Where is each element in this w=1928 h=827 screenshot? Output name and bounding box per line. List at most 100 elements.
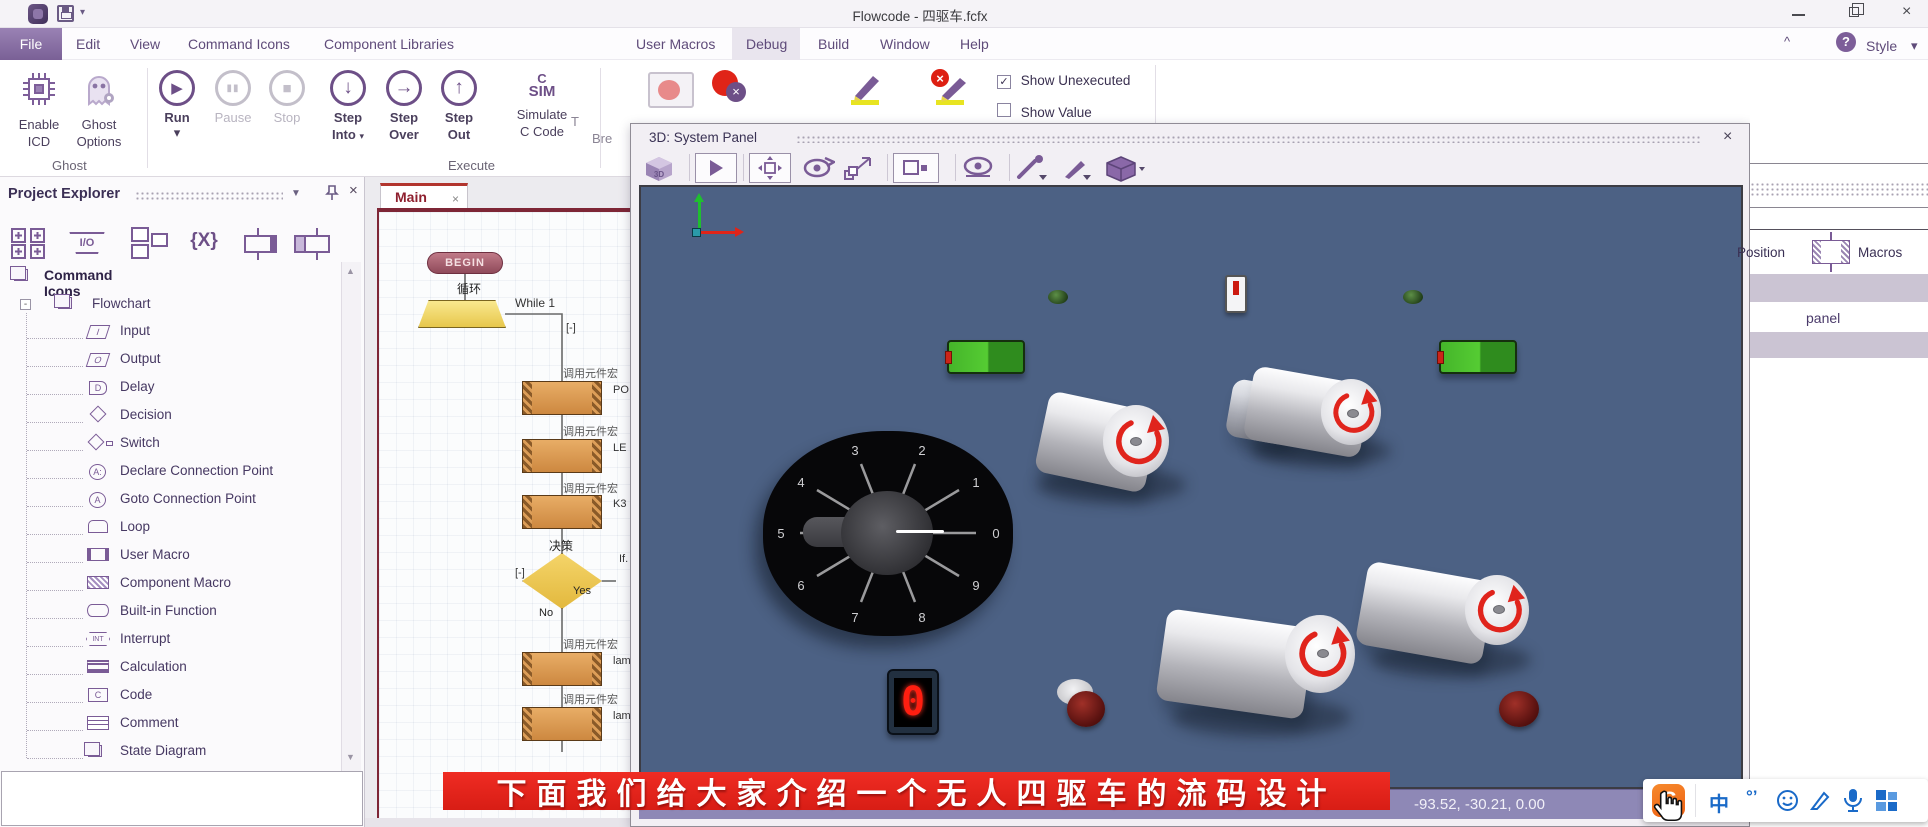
panel-close-icon[interactable]: × <box>349 182 358 199</box>
ime-punctuation-toggle[interactable]: °’ <box>1746 787 1758 807</box>
dial-knob[interactable] <box>841 491 933 575</box>
step-into-button[interactable]: ↓ StepInto ▾ <box>325 70 371 145</box>
tree-group-flowchart[interactable]: Flowchart <box>92 296 151 311</box>
3d-orbit-tool-icon[interactable] <box>801 155 835 179</box>
windows-icon[interactable] <box>128 225 172 261</box>
macros-header[interactable]: Macros <box>1858 245 1902 260</box>
step-out-button[interactable]: ↑ StepOut <box>436 70 482 143</box>
panel-dropdown-icon[interactable]: ▼ <box>291 188 301 199</box>
connector-hatched-icon[interactable] <box>290 225 334 261</box>
quick-access-caret-icon[interactable]: ▾ <box>80 7 85 18</box>
flow-component-macro-1[interactable] <box>522 381 602 415</box>
slide-switch-knob[interactable] <box>1233 281 1239 295</box>
3d-paint-tool-icon[interactable] <box>1059 155 1093 181</box>
tree-item-state-diagram[interactable]: State Diagram <box>120 743 206 758</box>
tree-item-code[interactable]: Code <box>120 687 152 702</box>
menu-window[interactable]: Window <box>874 34 936 54</box>
3d-zoom-extents-icon[interactable] <box>843 155 875 181</box>
right-panel-value[interactable]: panel <box>1806 310 1840 326</box>
tree-item-delay[interactable]: Delay <box>120 379 155 394</box>
rotary-switch[interactable]: 0 1 2 3 4 5 6 7 8 9 <box>763 431 1013 636</box>
io-icon[interactable]: I/O <box>64 225 108 261</box>
slide-switch[interactable] <box>1225 275 1247 313</box>
simulate-c-code-button[interactable]: CSIM SimulateC Code <box>511 72 573 140</box>
menu-edit[interactable]: Edit <box>70 34 106 54</box>
menu-component-libraries[interactable]: Component Libraries <box>318 34 460 54</box>
scroll-up-icon[interactable]: ▲ <box>346 266 355 276</box>
explorer-scrollbar[interactable]: ▲ ▼ <box>341 262 361 772</box>
restore-button[interactable] <box>1849 7 1859 17</box>
3d-probe-tool-icon[interactable] <box>1015 155 1049 181</box>
flow-collapse-marker[interactable]: [-] <box>566 322 576 334</box>
menu-file[interactable]: File <box>0 28 62 60</box>
tree-item-switch[interactable]: Switch <box>120 435 160 450</box>
flow-collapse-marker[interactable]: [-] <box>515 567 525 579</box>
3d-cube-icon[interactable]: 3D <box>644 155 674 183</box>
show-unexecuted-checkbox[interactable]: ✓ Show Unexecuted <box>997 73 1130 89</box>
red-wheel-left[interactable] <box>1067 691 1105 727</box>
tab-close-icon[interactable]: × <box>452 192 459 206</box>
battery-left[interactable] <box>947 340 1025 374</box>
seven-segment-display[interactable]: 0 <box>887 669 939 735</box>
enable-icd-button[interactable]: EnableICD <box>10 70 68 150</box>
save-icon[interactable] <box>57 5 74 22</box>
connector-icon[interactable] <box>236 225 280 261</box>
right-panel-grip[interactable] <box>1750 182 1928 196</box>
right-panel-row[interactable] <box>1750 332 1928 358</box>
style-caret-icon[interactable]: ▾ <box>1911 38 1918 54</box>
grid-add-icon[interactable] <box>8 225 52 261</box>
ime-keyboard-grid-icon[interactable] <box>1875 789 1899 813</box>
ribbon-collapse-icon[interactable]: ^ <box>1784 34 1790 49</box>
green-led-right[interactable] <box>1403 290 1423 304</box>
flow-loop-block[interactable] <box>418 300 506 328</box>
run-button[interactable]: ▶ Run ▾ <box>155 70 199 141</box>
menu-help[interactable]: Help <box>954 34 995 54</box>
menu-build[interactable]: Build <box>812 34 855 54</box>
pin-icon[interactable] <box>325 185 339 201</box>
green-led-left[interactable] <box>1048 290 1068 304</box>
panel-grip[interactable] <box>135 191 283 200</box>
style-button[interactable]: Style <box>1866 38 1897 54</box>
menu-debug[interactable]: Debug <box>740 34 793 54</box>
step-over-button[interactable]: → StepOver <box>381 70 427 143</box>
toggle-breakpoint-button[interactable] <box>648 72 694 108</box>
flow-component-macro-3[interactable] <box>522 495 602 529</box>
tree-item-user-macro[interactable]: User Macro <box>120 547 190 562</box>
flow-component-macro-4[interactable] <box>522 652 602 686</box>
show-code-button[interactable] <box>845 70 885 113</box>
reset-code-button[interactable]: × <box>928 68 972 113</box>
3d-play-button[interactable] <box>695 153 737 183</box>
handwriting-pen-icon[interactable] <box>1809 789 1832 812</box>
flow-begin-block[interactable]: BEGIN <box>427 252 503 274</box>
tree-item-builtin-function[interactable]: Built-in Function <box>120 603 217 618</box>
3d-panel-close-icon[interactable]: × <box>1723 128 1732 146</box>
voice-mic-icon[interactable] <box>1842 788 1864 813</box>
tree-item-interrupt[interactable]: Interrupt <box>120 631 170 646</box>
3d-panel-grip[interactable] <box>796 135 1701 143</box>
minimize-button[interactable] <box>1792 14 1805 16</box>
ime-language-toggle[interactable]: 中 <box>1709 788 1729 817</box>
tab-main[interactable]: Main × <box>380 183 468 209</box>
tree-item-declare-connection-point[interactable]: Declare Connection Point <box>120 463 273 478</box>
tree-item-input[interactable]: Input <box>120 323 150 338</box>
menu-view[interactable]: View <box>124 34 166 54</box>
red-wheel-right[interactable] <box>1499 691 1539 727</box>
braces-x-icon[interactable]: {X} <box>182 225 226 261</box>
tree-item-loop[interactable]: Loop <box>120 519 150 534</box>
3d-box-tool-icon[interactable] <box>1103 155 1145 183</box>
tree-item-component-macro[interactable]: Component Macro <box>120 575 231 590</box>
right-panel-row[interactable] <box>1750 274 1928 302</box>
tree-item-comment[interactable]: Comment <box>120 715 179 730</box>
tree-expand-box[interactable]: - <box>20 299 31 310</box>
position-header[interactable]: Position <box>1737 245 1785 260</box>
3d-select-tool-button[interactable] <box>893 153 939 183</box>
tree-item-decision[interactable]: Decision <box>120 407 172 422</box>
battery-right[interactable] <box>1439 340 1517 374</box>
tree-item-goto-connection-point[interactable]: Goto Connection Point <box>120 491 256 506</box>
close-button[interactable]: × <box>1902 3 1911 21</box>
scroll-down-icon[interactable]: ▼ <box>346 752 355 762</box>
flowchart-canvas[interactable]: BEGIN 循环 While 1 [-] 调用元件宏 PO 调用元件宏 LE 调… <box>379 212 660 827</box>
help-icon[interactable]: ? <box>1836 32 1856 52</box>
menu-user-macros[interactable]: User Macros <box>630 34 721 54</box>
3d-pan-tool-button[interactable] <box>749 153 791 183</box>
